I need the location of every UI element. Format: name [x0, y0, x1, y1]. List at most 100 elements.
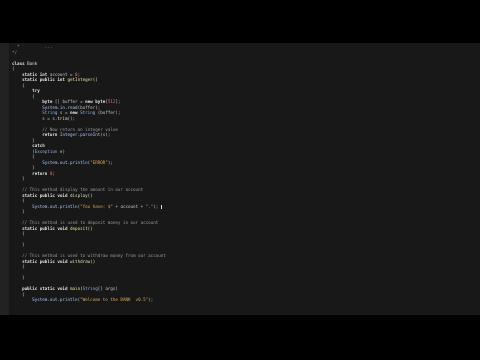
code-token: s = s.	[12, 115, 58, 121]
letterbox-bottom	[0, 315, 480, 360]
code-token: {	[12, 154, 35, 159]
code-token: Bank	[27, 60, 38, 66]
code-editor[interactable]: * ... */class Bank{ static int account = …	[0, 43, 480, 315]
code-token: return	[42, 132, 60, 137]
code-token: Integer.parseInt	[59, 132, 101, 137]
code-token: {	[12, 231, 25, 236]
code-token: // This method is used to withdraw money…	[22, 253, 166, 258]
code-token: // This method is used to deposit money …	[22, 220, 159, 225]
code-token: catch	[32, 143, 45, 148]
code-token: ];	[115, 99, 121, 104]
code-token: String	[80, 110, 96, 115]
code-token: {	[12, 264, 25, 269]
code-token: withdraw()	[70, 258, 96, 264]
code-line[interactable]: System.out.println("Welcome to the BANK …	[12, 297, 166, 303]
code-token: );	[153, 203, 161, 209]
code-token: (	[12, 148, 35, 154]
code-token: System.out.println	[42, 159, 88, 165]
code-token: {	[12, 291, 25, 297]
code-token: }	[12, 137, 35, 143]
code-line[interactable]: System.out.println("You have: $" + accou…	[12, 204, 166, 210]
code-token: byte	[42, 99, 53, 104]
code-token: }	[12, 165, 35, 170]
code-token: ...	[44, 44, 53, 49]
code-token: ;	[77, 71, 81, 77]
code-token: static public void	[22, 258, 70, 264]
code-token: (buffer);	[95, 110, 121, 115]
code-token: {	[12, 82, 25, 88]
text-cursor	[160, 204, 162, 209]
code-text[interactable]: * ... */class Bank{ static int account = …	[12, 44, 166, 308]
code-token: Exception	[34, 148, 58, 154]
code-token: e)	[57, 148, 65, 154]
code-token: {	[12, 198, 25, 203]
code-token: }	[12, 275, 25, 280]
code-token: String	[42, 110, 58, 115]
code-token: "ERROR"	[90, 159, 108, 165]
code-token: trim	[57, 115, 68, 121]
code-token: + account +	[112, 203, 146, 209]
code-token: {	[12, 93, 35, 99]
code-token: try	[32, 88, 40, 93]
code-token: new	[85, 99, 96, 104]
code-token: );	[107, 159, 113, 165]
code-token: static int	[22, 71, 50, 77]
code-token: static public int	[22, 77, 68, 82]
code-token: main(	[70, 286, 83, 291]
code-token: static public void	[22, 225, 70, 231]
code-token: {	[12, 66, 15, 71]
code-token: "You have: $"	[80, 203, 113, 209]
code-token: deposit()	[70, 225, 93, 231]
code-token: }	[12, 209, 25, 214]
code-token: System.in.read	[42, 104, 78, 110]
code-token: static public void	[22, 192, 70, 198]
editor-gutter	[0, 43, 9, 315]
code-token: new	[70, 110, 81, 115]
code-token: return	[32, 170, 50, 176]
code-token: String	[82, 286, 98, 291]
code-token: ;	[52, 170, 55, 176]
code-line[interactable]	[12, 303, 166, 309]
code-token: byte	[95, 99, 106, 104]
code-token: [] buffer =	[52, 99, 86, 104]
code-token: System.out.println	[32, 203, 78, 209]
code-token: account =	[49, 71, 76, 77]
code-token: getInteger()	[67, 77, 98, 82]
code-token: // Now return an integer value	[42, 126, 118, 132]
code-token: public static void	[22, 286, 70, 291]
code-token: }	[12, 176, 25, 181]
code-token: // This method display the amount in our…	[22, 187, 144, 192]
code-token: ();	[67, 115, 76, 121]
code-token: (s);	[100, 132, 111, 137]
code-token: }	[12, 242, 25, 247]
letterbox-top	[0, 0, 480, 43]
code-token: [] args)	[97, 286, 118, 291]
code-token: );	[148, 297, 154, 302]
code-token: */	[12, 49, 18, 55]
code-token: class	[12, 60, 28, 66]
code-token: display()	[70, 192, 93, 198]
code-token: System.out.println	[32, 297, 78, 302]
code-token: "Welcome to the BANK v0.5"	[80, 297, 149, 302]
